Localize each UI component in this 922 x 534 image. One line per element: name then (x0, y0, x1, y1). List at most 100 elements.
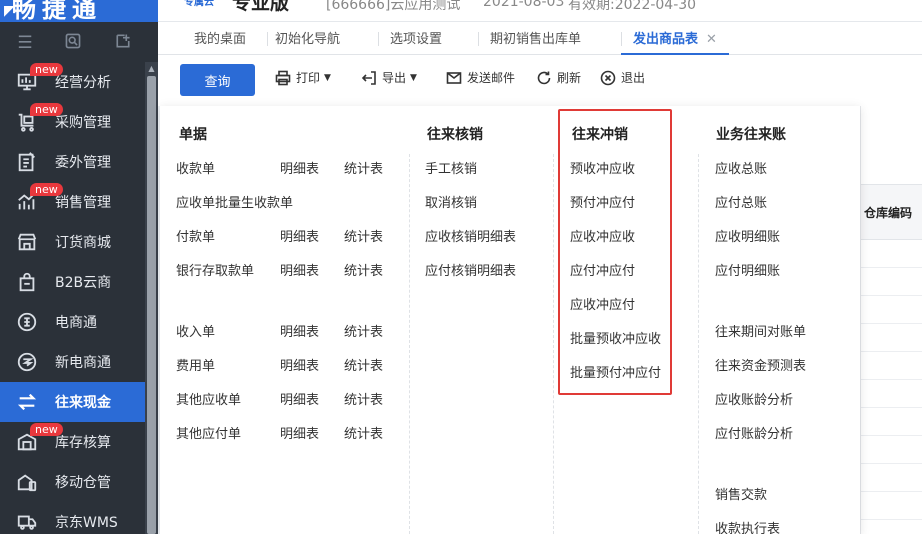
menu-link-payable-verify-detail[interactable]: 应付核销明细表 (425, 260, 516, 279)
sidebar-item-inventory[interactable]: new 库存核算 (0, 422, 145, 462)
menu-column-verification: 往来核销 手工核销 取消核销 应收核销明细表 应付核销明细表 (410, 106, 552, 534)
menu-link-payable-general-ledger[interactable]: 应付总账 (715, 192, 767, 211)
menu-link-receivable-detail-ledger[interactable]: 应收明细账 (715, 226, 780, 245)
scroll-up-arrow-icon[interactable]: ▲ (145, 62, 158, 76)
new-badge: new (30, 183, 63, 196)
sidebar-item-business-analysis[interactable]: new 经营分析 (0, 62, 145, 102)
tab-opening-sales-outbound[interactable]: 期初销售出库单 (478, 22, 593, 55)
query-button[interactable]: 查询 (180, 64, 255, 96)
menu-link-bank-deposit[interactable]: 银行存取款单 (176, 260, 254, 279)
ecommerce-circle-icon (14, 309, 40, 335)
tab-bar: 我的桌面 初始化导航 选项设置 期初销售出库单 发出商品表 ✕ (158, 22, 922, 55)
exit-button[interactable]: 退出 (600, 69, 645, 86)
menu-link-payable-detail-ledger[interactable]: 应付明细账 (715, 260, 780, 279)
menu-link-batch-receipt[interactable]: 应收单批量生收款单 (176, 192, 293, 211)
tab-options[interactable]: 选项设置 (378, 22, 454, 55)
clipboard-icon (14, 149, 40, 175)
export-button[interactable]: 导出 ▼ (361, 69, 417, 86)
tab-init-navigation[interactable]: 初始化导航 (263, 22, 352, 55)
menu-link-payable-aging[interactable]: 应付账龄分析 (715, 423, 793, 442)
menu-link-receipt-stats[interactable]: 统计表 (344, 158, 383, 177)
menu-link-expense-detail[interactable]: 明细表 (280, 355, 319, 374)
menu-link-receivable-aging[interactable]: 应收账龄分析 (715, 389, 793, 408)
scroll-thumb[interactable] (147, 76, 156, 534)
sidebar-item-outsourcing[interactable]: 委外管理 (0, 142, 145, 182)
close-icon[interactable]: ✕ (706, 32, 717, 47)
tab-label: 期初销售出库单 (490, 32, 582, 47)
menu-link-receivable-verify-detail[interactable]: 应收核销明细表 (425, 226, 516, 245)
sidebar-item-transactions-cash[interactable]: 往来现金 (0, 382, 145, 422)
menu-link-other-receivable-stats[interactable]: 统计表 (344, 389, 383, 408)
tab-my-desktop[interactable]: 我的桌面 (182, 22, 258, 55)
sidebar-item-purchase[interactable]: new 采购管理 (0, 102, 145, 142)
menu-link-collection-execution[interactable]: 收款执行表 (715, 518, 780, 534)
search-menu-icon[interactable] (62, 32, 84, 54)
sidebar-item-b2b[interactable]: B2B云商 (0, 262, 145, 302)
sidebar-item-mobile-warehouse[interactable]: 移动仓管 (0, 462, 145, 502)
menu-link-other-receivable-detail[interactable]: 明细表 (280, 389, 319, 408)
menu-link-expense-stats[interactable]: 统计表 (344, 355, 383, 374)
tab-label: 我的桌面 (194, 32, 247, 47)
sidebar-item-jd-wms[interactable]: 京东WMS (0, 502, 145, 534)
menu-link-receipt-detail[interactable]: 明细表 (280, 158, 319, 177)
tab-goods-issued[interactable]: 发出商品表 ✕ (621, 22, 729, 55)
app-window: ◤ 畅捷通 ☰ new 经营分析 new 采购管理 委外管理 new 销售管理 … (0, 0, 922, 534)
menu-link-sales-payment[interactable]: 销售交款 (715, 484, 767, 503)
add-shortcut-icon[interactable] (112, 32, 134, 54)
sidebar-item-label: 新电商通 (55, 355, 111, 371)
menu-link-payment-stats[interactable]: 统计表 (344, 226, 383, 245)
shopping-bag-icon (14, 269, 40, 295)
menu-link-payment-detail[interactable]: 明细表 (280, 226, 319, 245)
refresh-button[interactable]: 刷新 (536, 69, 581, 86)
column-header-warehouse-code[interactable]: 仓库编码 (861, 184, 922, 240)
exit-label: 退出 (621, 71, 646, 85)
menu-link-receipt[interactable]: 收款单 (176, 158, 215, 177)
sidebar-scrollbar[interactable]: ▲ (145, 62, 158, 534)
sidebar-item-new-ecommerce[interactable]: 新电商通 (0, 342, 145, 382)
menu-link-payment[interactable]: 付款单 (176, 226, 215, 245)
new-ecommerce-icon (14, 349, 40, 375)
menu-link-manual-verify[interactable]: 手工核销 (425, 158, 477, 177)
table-row-line (861, 351, 922, 352)
menu-link-income-stats[interactable]: 统计表 (344, 321, 383, 340)
sidebar-item-label: B2B云商 (55, 275, 112, 291)
export-icon (361, 70, 376, 85)
menu-link-expense[interactable]: 费用单 (176, 355, 215, 374)
refresh-icon (537, 71, 551, 84)
print-button[interactable]: 打印 ▼ (275, 69, 331, 86)
validity-period: 有效期:2022-04-30 (568, 0, 697, 13)
menu-link-other-payable-detail[interactable]: 明细表 (280, 423, 319, 442)
menu-toggle-icon[interactable]: ☰ (14, 32, 36, 54)
table-row-line (861, 267, 922, 268)
send-email-button[interactable]: 发送邮件 (446, 69, 515, 86)
sidebar-item-label: 京东WMS (55, 515, 118, 531)
menu-link-fund-forecast[interactable]: 往来资金预测表 (715, 355, 806, 374)
sidebar-item-sales[interactable]: new 销售管理 (0, 182, 145, 222)
transfer-arrows-icon (14, 389, 40, 415)
menu-link-bank-stats[interactable]: 统计表 (344, 260, 383, 279)
sidebar-item-ecommerce[interactable]: 电商通 (0, 302, 145, 342)
cloud-logo: 专属云 (184, 0, 214, 8)
sidebar-item-label: 订货商城 (55, 235, 111, 251)
menu-link-other-receivable[interactable]: 其他应收单 (176, 389, 241, 408)
menu-link-period-statement[interactable]: 往来期间对账单 (715, 321, 806, 340)
table-row-line (861, 435, 922, 436)
menu-link-bank-detail[interactable]: 明细表 (280, 260, 319, 279)
sidebar: ◤ 畅捷通 ☰ new 经营分析 new 采购管理 委外管理 new 销售管理 … (0, 0, 158, 534)
sidebar-item-label: 往来现金 (55, 395, 111, 411)
mail-icon (446, 71, 462, 84)
menu-link-cancel-verify[interactable]: 取消核销 (425, 192, 477, 211)
menu-link-receivable-general-ledger[interactable]: 应收总账 (715, 158, 767, 177)
menu-link-income[interactable]: 收入单 (176, 321, 215, 340)
table-row-line (861, 379, 922, 380)
brand-name: 畅捷通 (12, 0, 102, 22)
menu-link-income-detail[interactable]: 明细表 (280, 321, 319, 340)
sidebar-item-label: 采购管理 (55, 115, 111, 131)
tab-label: 选项设置 (390, 32, 443, 47)
menu-link-other-payable[interactable]: 其他应付单 (176, 423, 241, 442)
login-date: 2021-08-03 (483, 0, 565, 10)
table-row-line (861, 463, 922, 464)
top-header: 专属云 专业版 [666666]云应用测试 2021-08-03 有效期:202… (158, 0, 922, 22)
sidebar-item-order-mall[interactable]: 订货商城 (0, 222, 145, 262)
menu-link-other-payable-stats[interactable]: 统计表 (344, 423, 383, 442)
